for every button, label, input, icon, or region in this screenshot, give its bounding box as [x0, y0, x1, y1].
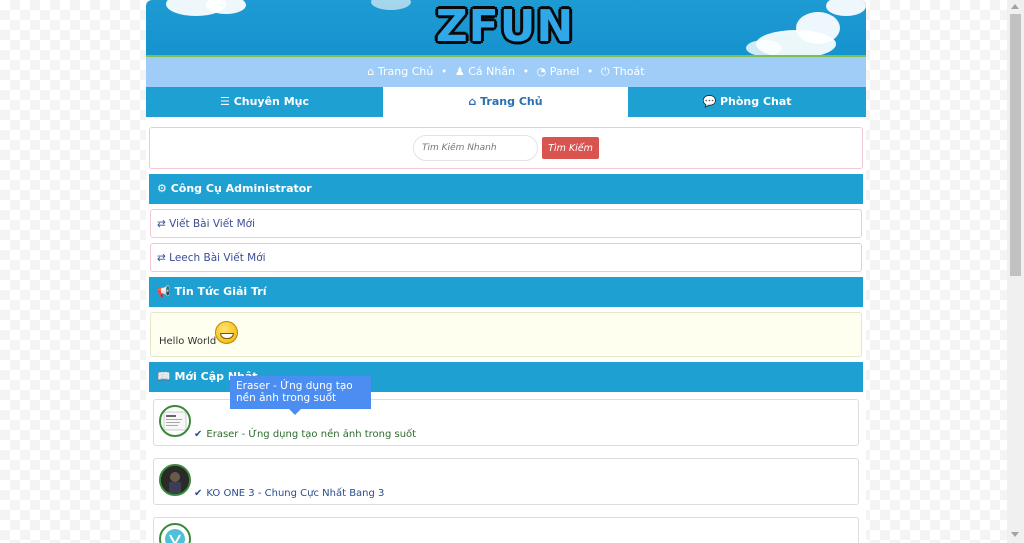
tab-categories[interactable]: ☰ Chuyên Mục — [146, 87, 383, 117]
topnav-home-label: Trang Chủ — [377, 65, 434, 78]
list-icon: ☰ — [219, 95, 230, 108]
admin-heading-label: Công Cụ Administrator — [170, 182, 312, 195]
search-box: Tìm Kiếm — [149, 127, 863, 169]
new-post-label: Viết Bài Viết Mới — [169, 218, 256, 230]
page-scrollbar[interactable] — [1007, 0, 1024, 543]
scrollbar-thumb[interactable] — [1010, 14, 1021, 276]
megaphone-icon: 📢 — [157, 285, 171, 298]
tab-home-label: Trang Chủ — [480, 95, 543, 108]
topnav-home[interactable]: ⌂ Trang Chủ — [367, 65, 436, 78]
game-cover-icon — [161, 466, 189, 494]
main-tabs: ☰ Chuyên Mục ⌂ Trang Chủ 💬 Phòng Chat — [146, 87, 866, 117]
news-heading: 📢 Tin Tức Giải Trí — [149, 277, 863, 307]
post-title[interactable]: ✔ Eraser - Ứng dụng tạo nền ảnh trong suố… — [194, 429, 416, 440]
tab-chat[interactable]: 💬 Phòng Chat — [628, 87, 866, 117]
news-text: Hello World — [159, 336, 217, 347]
leech-post-label: Leech Bài Viết Mới — [169, 252, 266, 264]
separator-dot: • — [440, 65, 448, 78]
home-icon: ⌂ — [468, 95, 477, 108]
post-title[interactable]: ✔ KO ONE 3 - Chung Cực Nhất Bang 3 — [194, 488, 384, 499]
scroll-down-arrow-icon[interactable] — [1011, 532, 1019, 537]
new-post-link[interactable]: ⇄ Viết Bài Viết Mới — [150, 209, 862, 238]
post-title-label: KO ONE 3 - Chung Cực Nhất Bang 3 — [206, 488, 385, 499]
separator-dot: • — [586, 65, 594, 78]
leech-post-link[interactable]: ⇄ Leech Bài Viết Mới — [150, 243, 862, 272]
grin-emoticon-icon — [215, 321, 238, 344]
topnav-panel-label: Panel — [549, 65, 580, 78]
tab-home[interactable]: ⌂ Trang Chủ — [383, 87, 628, 117]
exchange-icon: ⇄ — [157, 218, 166, 230]
page-container: ZFUN ⌂ Trang Chủ • ♟ Cá Nhân • ◔ Panel •… — [146, 0, 866, 543]
tab-chat-label: Phòng Chat — [719, 95, 792, 108]
topnav-profile-label: Cá Nhân — [468, 65, 516, 78]
exchange-icon: ⇄ — [157, 252, 166, 264]
topnav-logout[interactable]: ⏻ Thoát — [597, 65, 645, 78]
scroll-up-arrow-icon[interactable] — [1011, 4, 1019, 9]
post-thumbnail[interactable] — [159, 523, 191, 543]
comments-icon: 💬 — [702, 95, 717, 108]
dashboard-icon: ◔ — [536, 65, 547, 78]
news-box: Hello World — [150, 312, 862, 357]
topnav-panel[interactable]: ◔ Panel — [533, 65, 583, 78]
power-icon: ⏻ — [600, 65, 610, 78]
list-item[interactable]: ✔ KO ONE 3 - Chung Cực Nhất Bang 3 — [153, 458, 859, 505]
separator-dot: • — [522, 65, 530, 78]
app-screenshot-icon — [163, 411, 187, 431]
post-thumbnail[interactable] — [159, 464, 191, 496]
user-icon: ♟ — [454, 65, 465, 78]
tab-categories-label: Chuyên Mục — [233, 95, 310, 108]
topnav-logout-label: Thoát — [613, 65, 645, 78]
search-input[interactable] — [413, 135, 538, 161]
news-heading-label: Tin Tức Giải Trí — [174, 285, 267, 298]
tooltip: Eraser - Ứng dụng tạo nền ảnh trong suốt — [230, 376, 371, 415]
topnav-profile[interactable]: ♟ Cá Nhân — [451, 65, 518, 78]
gear-icon: ⚙ — [157, 182, 167, 195]
site-logo[interactable]: ZFUN — [408, 4, 602, 50]
post-title-label: Eraser - Ứng dụng tạo nền ảnh trong suốt — [206, 429, 417, 440]
check-circle-icon: ✔ — [194, 429, 203, 440]
book-icon: 📖 — [157, 370, 171, 383]
site-banner: ZFUN — [146, 0, 866, 57]
search-button[interactable]: Tìm Kiếm — [542, 137, 599, 159]
admin-heading: ⚙ Công Cụ Administrator — [149, 174, 863, 204]
top-nav: ⌂ Trang Chủ • ♟ Cá Nhân • ◔ Panel • ⏻ Th… — [146, 57, 866, 87]
list-item[interactable] — [153, 517, 859, 543]
check-circle-icon: ✔ — [194, 488, 203, 499]
post-thumbnail[interactable] — [159, 405, 191, 437]
app-logo-icon — [165, 529, 185, 543]
home-icon: ⌂ — [367, 65, 375, 78]
